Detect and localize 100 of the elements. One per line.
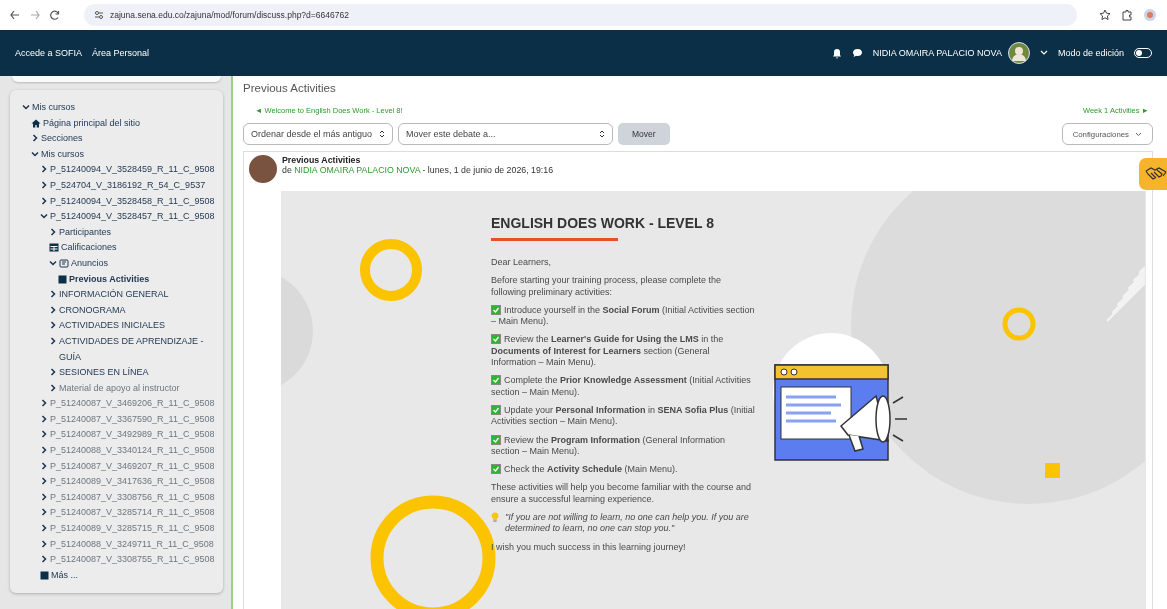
lightbulb-icon	[491, 512, 499, 523]
chevron-right-icon[interactable]	[40, 414, 48, 423]
chevron-right-icon[interactable]	[40, 446, 48, 455]
chevron-right-icon[interactable]	[49, 321, 57, 330]
tree-item[interactable]: Previous Activities	[69, 271, 221, 288]
tree-item[interactable]: Material de apoyo al instructor	[59, 380, 221, 397]
tree-item[interactable]: ACTIVIDADES INICIALES	[59, 318, 221, 334]
avatar-icon[interactable]	[1007, 42, 1030, 64]
chevron-right-icon[interactable]	[49, 227, 57, 236]
tree-item[interactable]: Participantes	[59, 224, 221, 241]
user-name[interactable]: NIDIA OMAIRA PALACIO NOVA	[872, 48, 1002, 58]
ring-decoration	[1002, 307, 1036, 341]
handshake-icon[interactable]	[1139, 158, 1167, 190]
tree-item[interactable]: P_524704_V_3186192_R_54_C_9537	[50, 177, 221, 194]
tree-item[interactable]: P_51240087_V_3367590_R_11_C_9508	[50, 411, 221, 428]
tree-item[interactable]: P_51240087_V_3308755_R_11_C_9508	[50, 552, 221, 568]
tree-item[interactable]: Más ...	[51, 567, 221, 584]
tree-item[interactable]: SESIONES EN LÍNEA	[59, 365, 221, 381]
checklist-item: Review the Program Information (General Information section – Main Menu).	[491, 434, 726, 456]
tree-item[interactable]: P_51240088_V_3249711_R_11_C_9508	[50, 536, 221, 553]
tree-item[interactable]: P_51240087_V_3285714_R_11_C_9508	[50, 505, 221, 522]
chevron-right-icon[interactable]	[40, 524, 48, 533]
chevron-down-icon[interactable]	[31, 149, 39, 158]
banner-paragraph: These activities will help you become familiar with the course and ensure a successful learning experience.	[491, 482, 753, 506]
tree-item[interactable]: INFORMACIÓN GENERAL	[59, 287, 221, 303]
chevron-right-icon[interactable]	[49, 383, 57, 392]
chevron-right-icon[interactable]	[40, 555, 48, 564]
move-discussion-select[interactable]: Mover este debate a...	[398, 123, 613, 145]
checklist-item: Complete the Prior Knowledge Assessment (Initial Activities section – Main Menu).	[491, 375, 751, 397]
ring-decoration	[360, 239, 422, 301]
tree-item[interactable]: P_51240094_V_3528458_R_11_C_9508	[50, 193, 221, 210]
extension-icon[interactable]	[1121, 9, 1133, 21]
nav-link[interactable]: Área Personal	[92, 48, 150, 58]
chevron-right-icon[interactable]	[40, 165, 48, 174]
chevron-right-icon[interactable]	[40, 492, 48, 501]
table-icon	[49, 243, 59, 253]
chevron-right-icon[interactable]	[31, 134, 39, 143]
edit-mode-label: Modo de edición	[1057, 48, 1124, 58]
chevron-down-icon[interactable]	[22, 103, 30, 111]
sort-select[interactable]: Ordenar desde el más antiguo	[243, 123, 393, 145]
avatar-photo	[249, 155, 277, 183]
chat-bubble-icon[interactable]	[851, 48, 863, 58]
post-meta: de NIDIA OMAIRA PALACIO NOVA - lunes, 1 de junio de 2026, 19:16	[282, 165, 554, 175]
chevron-right-icon[interactable]	[49, 305, 57, 314]
sort-arrows-icon[interactable]	[599, 130, 605, 138]
tree-item[interactable]: P_51240094_V_3528459_R_11_C_9508	[50, 162, 221, 178]
reload-icon[interactable]	[50, 10, 60, 20]
notifications-bell-icon[interactable]	[831, 47, 842, 59]
chevron-right-icon[interactable]	[40, 477, 48, 486]
banner-paragraph: Dear Learners,	[491, 257, 553, 269]
square-decoration	[1045, 463, 1060, 478]
checklist-item: Check the Activity Schedule (Main Menu).	[504, 464, 678, 475]
tree-item[interactable]: P_51240089_V_3417636_R_11_C_9508	[50, 474, 221, 490]
move-button[interactable]: Mover	[618, 123, 670, 145]
chevron-right-icon[interactable]	[40, 430, 48, 439]
tree-item[interactable]: P_51240087_V_3492989_R_11_C_9508	[50, 427, 221, 444]
star-icon[interactable]	[1099, 9, 1111, 21]
chevron-right-icon[interactable]	[40, 399, 48, 408]
chevron-down-icon[interactable]	[49, 258, 57, 267]
tree-item[interactable]: P_51240087_V_3469207_R_11_C_9508	[50, 458, 221, 475]
back-icon[interactable]	[10, 10, 20, 20]
edit-mode-toggle[interactable]	[1134, 48, 1152, 58]
tree-item[interactable]: Mis cursos	[32, 100, 221, 116]
profile-icon[interactable]	[1143, 8, 1157, 22]
tree-item[interactable]: Mis cursos	[41, 146, 221, 163]
chevron-right-icon[interactable]	[49, 336, 57, 345]
tree-item[interactable]: P_51240088_V_3340124_R_11_C_9508	[50, 443, 221, 459]
chevron-right-icon[interactable]	[40, 180, 48, 189]
banner-paragraph: I wish you much success in this learning journey!	[491, 541, 687, 553]
tree-item[interactable]: ACTIVIDADES DE APRENDIZAJE - GUÍA	[59, 333, 221, 366]
url-text: zajuna.sena.edu.co/zajuna/mod/forum/discuss.php?d=6646762	[110, 10, 349, 20]
tree-item[interactable]: Página principal del sitio	[43, 115, 221, 132]
banner-heading: ENGLISH DOES WORK - LEVEL 8	[491, 215, 715, 231]
post-subject: Previous Activities	[282, 155, 362, 165]
page-title: Previous Activities	[243, 82, 337, 94]
chevron-right-icon[interactable]	[40, 196, 48, 205]
nav-link[interactable]: Accede a SOFIA	[15, 48, 83, 58]
sort-arrows-icon[interactable]	[379, 130, 385, 138]
tree-item[interactable]: CRONOGRAMA	[59, 302, 221, 319]
chevron-right-icon[interactable]	[49, 368, 57, 377]
tree-item[interactable]: Secciones	[41, 131, 221, 147]
tree-item[interactable]: P_51240089_V_3285715_R_11_C_9508	[50, 521, 221, 537]
checklist-item: Review the Learner's Guide for Using the LMS in the Documents of Interest for Learners section (General Information – Main Menu).	[491, 334, 724, 368]
chevron-right-icon[interactable]	[40, 461, 48, 470]
quote-text: "If you are not willing to learn, no one can help you. If you are determined to learn, no one can stop you."	[505, 512, 750, 535]
chevron-right-icon[interactable]	[49, 290, 57, 299]
address-bar[interactable]: zajuna.sena.edu.co/zajuna/mod/forum/discuss.php?d=6646762	[84, 4, 1077, 26]
tree-item[interactable]: P_51240087_V_3308756_R_11_C_9508	[50, 489, 221, 506]
author-link[interactable]: NIDIA OMAIRA PALACIO NOVA	[294, 165, 421, 175]
chevron-right-icon[interactable]	[40, 539, 48, 548]
tree-item[interactable]: Anuncios	[71, 255, 221, 272]
square-icon	[58, 274, 67, 284]
forum-icon	[59, 258, 69, 268]
tree-item[interactable]: P_51240087_V_3469206_R_11_C_9508	[50, 396, 221, 412]
tree-item[interactable]: P_51240094_V_3528457_R_11_C_9508	[50, 209, 221, 225]
tree-item[interactable]: Calificaciones	[61, 240, 221, 256]
site-info-icon[interactable]	[94, 10, 104, 20]
chevron-right-icon[interactable]	[40, 508, 48, 517]
chevron-down-icon[interactable]	[40, 212, 48, 221]
checklist-item: Update your Personal Information in SENA Sofia Plus (Initial Activities section – Main Menu).	[491, 404, 755, 427]
